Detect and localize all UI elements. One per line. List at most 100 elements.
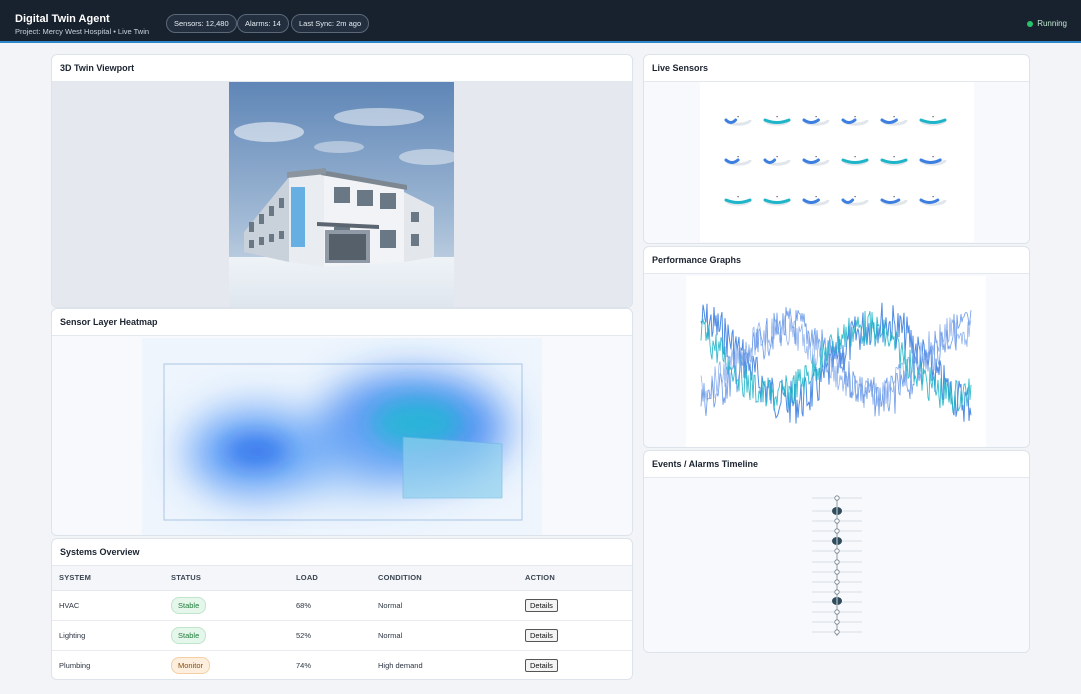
sensor-gauge-grid[interactable] xyxy=(700,82,974,242)
sensor-gauge-needle xyxy=(737,116,739,118)
sensor-gauges xyxy=(724,116,947,206)
sensor-gauge[interactable] xyxy=(802,158,820,164)
heatmap-panel-title: Sensor Layer Heatmap xyxy=(52,309,632,336)
sensor-gauge-needle xyxy=(776,156,778,158)
system-name: HVAC xyxy=(52,590,164,621)
run-status: Running xyxy=(1027,19,1067,28)
col-header-system: SYSTEM xyxy=(52,566,164,591)
sensor-gauge-needle xyxy=(893,156,895,158)
sensor-gauge[interactable] xyxy=(880,118,898,124)
timeline-title: Events / Alarms Timeline xyxy=(644,451,1029,478)
details-button[interactable]: Details xyxy=(525,628,558,642)
last-sync-pill[interactable]: Last Sync: 2m ago xyxy=(291,14,370,33)
sensor-gauge-needle xyxy=(932,196,934,198)
status-dot-icon xyxy=(1027,20,1034,27)
timeline-event-marker[interactable] xyxy=(834,518,840,524)
viewport-panel: 3D Twin Viewport xyxy=(51,54,633,308)
sensor-gauge[interactable] xyxy=(724,198,752,204)
system-name: Plumbing xyxy=(52,650,164,679)
sensor-gauge[interactable] xyxy=(919,158,942,164)
details-button[interactable]: Details xyxy=(525,658,558,672)
viewport-canvas[interactable] xyxy=(52,82,632,307)
sensor-gauge[interactable] xyxy=(919,198,940,204)
timeline-event-marker[interactable] xyxy=(834,569,840,575)
timeline-event-marker[interactable] xyxy=(834,528,840,534)
performance-area xyxy=(644,274,1029,447)
table-row: Lighting Stable 52% Normal Details xyxy=(52,620,632,651)
load-value: 52% xyxy=(289,620,371,651)
timeline-event-marker[interactable] xyxy=(834,579,840,585)
sensor-gauge[interactable] xyxy=(763,158,777,164)
sensor-gauge-needle xyxy=(737,196,739,198)
app-title: Digital Twin Agent xyxy=(15,13,110,25)
events-timeline[interactable] xyxy=(644,478,1030,653)
load-value: 68% xyxy=(289,590,371,621)
sensor-gauge-needle xyxy=(854,116,856,118)
heatmap-canvas[interactable] xyxy=(142,338,542,535)
systems-table-area: SYSTEM STATUS LOAD CONDITION ACTION HVAC… xyxy=(52,566,632,679)
sensor-gauge-needle xyxy=(854,196,856,198)
performance-lines xyxy=(700,302,972,424)
col-header-status: STATUS xyxy=(164,566,289,591)
live-sensors-panel: Live Sensors xyxy=(643,54,1030,244)
status-badge: Stable xyxy=(171,626,207,644)
sensor-gauge-needle xyxy=(815,196,817,198)
sensor-gauge[interactable] xyxy=(880,158,908,164)
performance-chart[interactable] xyxy=(686,276,986,447)
sensor-gauge[interactable] xyxy=(724,158,740,164)
heatmap-panel: Sensor Layer Heatmap xyxy=(51,308,633,536)
timeline-event-marker[interactable] xyxy=(834,629,840,635)
sensor-gauge-needle xyxy=(737,156,739,158)
status-badge: Stable xyxy=(171,596,207,614)
timeline-event-marker[interactable] xyxy=(834,548,840,554)
condition-value: Normal xyxy=(371,590,518,621)
col-header-action: ACTION xyxy=(518,566,632,591)
sensor-gauge[interactable] xyxy=(802,198,820,204)
sensor-gauge-needle xyxy=(893,116,895,118)
performance-title: Performance Graphs xyxy=(644,247,1029,274)
condition-value: High demand xyxy=(371,650,518,679)
condition-value: Normal xyxy=(371,620,518,651)
systems-overview-title: Systems Overview xyxy=(52,539,632,566)
sensor-gauge-needle xyxy=(854,156,856,158)
heatmap-graphic xyxy=(163,363,523,521)
heatmap-area xyxy=(52,336,632,535)
table-row: HVAC Stable 68% Normal Details xyxy=(52,590,632,621)
sensor-gauge[interactable] xyxy=(880,198,901,204)
live-sensors-area xyxy=(644,82,1029,243)
sensor-gauge[interactable] xyxy=(763,118,791,124)
systems-table: SYSTEM STATUS LOAD CONDITION ACTION HVAC… xyxy=(52,566,632,679)
timeline-event-marker[interactable] xyxy=(834,609,840,615)
sensor-gauge[interactable] xyxy=(763,198,791,204)
alarms-count-pill[interactable]: Alarms: 14 xyxy=(237,14,289,33)
sensor-gauge-needle xyxy=(776,116,778,118)
sensor-gauge-needle xyxy=(776,196,778,198)
col-header-load: LOAD xyxy=(289,566,371,591)
app-header: Digital Twin Agent Project: Mercy West H… xyxy=(0,0,1081,43)
run-status-label: Running xyxy=(1037,19,1067,28)
timeline-event-marker[interactable] xyxy=(834,559,840,565)
project-subtitle: Project: Mercy West Hospital • Live Twin xyxy=(15,27,150,36)
sensor-gauge[interactable] xyxy=(841,158,869,164)
timeline-area xyxy=(644,478,1029,652)
sensor-gauge[interactable] xyxy=(724,118,738,124)
building-model-image[interactable] xyxy=(229,82,454,307)
timeline-event-marker[interactable] xyxy=(834,495,840,501)
sensors-count-pill[interactable]: Sensors: 12,480 xyxy=(166,14,237,33)
col-header-condition: CONDITION xyxy=(371,566,518,591)
timeline-event-marker[interactable] xyxy=(834,589,840,595)
viewport-panel-title: 3D Twin Viewport xyxy=(52,55,632,82)
timeline-event-marker[interactable] xyxy=(834,619,840,625)
sensor-gauge[interactable] xyxy=(841,198,855,204)
systems-overview-panel: Systems Overview SYSTEM STATUS LOAD COND… xyxy=(51,538,633,680)
details-button[interactable]: Details xyxy=(525,598,558,612)
system-name: Lighting xyxy=(52,620,164,651)
timeline-panel: Events / Alarms Timeline xyxy=(643,450,1030,653)
load-value: 74% xyxy=(289,650,371,679)
table-row: Plumbing Monitor 74% High demand Details xyxy=(52,650,632,679)
sensor-gauge[interactable] xyxy=(802,118,820,124)
sensor-gauge[interactable] xyxy=(919,118,947,124)
sensor-gauge[interactable] xyxy=(841,118,857,124)
performance-panel: Performance Graphs xyxy=(643,246,1030,448)
status-badge: Monitor xyxy=(171,656,211,674)
